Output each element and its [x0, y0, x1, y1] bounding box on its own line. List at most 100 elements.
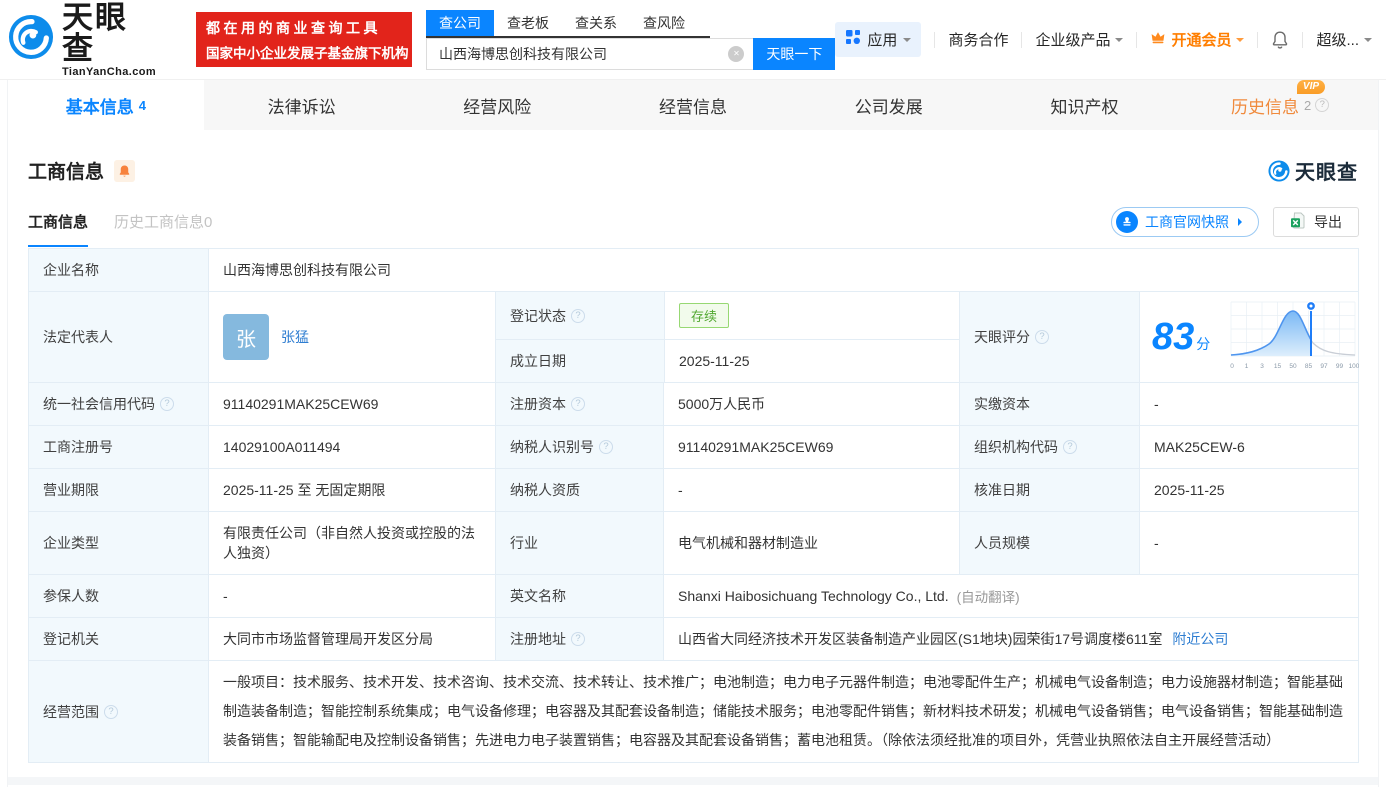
table-row: 参保人数 - 英文名称 Shanxi Haibosichuang Technol…: [29, 574, 1358, 617]
field-label: 组织机构代码: [959, 426, 1139, 468]
official-snapshot-button[interactable]: 工商官网快照: [1111, 207, 1259, 237]
tab-label: 经营风险: [463, 93, 531, 118]
nearby-companies-link[interactable]: 附近公司: [1172, 629, 1228, 649]
nav-enterprise-products[interactable]: 企业级产品: [1035, 29, 1123, 50]
field-label: 统一社会信用代码: [29, 383, 208, 425]
tab-label: 公司发展: [855, 93, 923, 118]
tab-basic-info[interactable]: 基本信息 4: [8, 80, 204, 130]
search-input[interactable]: [426, 38, 753, 70]
search-block: 查公司 查老板 查关系 查风险 天眼一下: [426, 10, 835, 70]
field-label: 营业期限: [29, 469, 208, 511]
search-tab-risk[interactable]: 查风险: [630, 10, 698, 36]
tab-company-development[interactable]: 公司发展: [791, 80, 987, 130]
credit-code-value: 91140291MAK25CEW69: [208, 383, 495, 425]
tab-label: 基本信息: [66, 93, 134, 118]
notification-bell[interactable]: [1271, 30, 1289, 50]
vip-badge: VIP: [1297, 80, 1325, 94]
auto-translate-note: (自动翻译): [957, 586, 1020, 606]
help-icon[interactable]: [599, 440, 613, 454]
section-title: 工商信息: [28, 157, 104, 184]
section-divider: [8, 777, 1378, 785]
help-icon[interactable]: [1063, 440, 1077, 454]
search-tab-company[interactable]: 查公司: [426, 10, 494, 36]
svg-text:100: 100: [1349, 363, 1359, 370]
staff-size-value: -: [1139, 512, 1363, 574]
bell-icon: [1271, 30, 1289, 50]
field-label: 纳税人识别号: [495, 426, 663, 468]
page-container: 基本信息 4 法律诉讼 经营风险 经营信息 公司发展 知识产权 历史信息 VIP…: [7, 80, 1379, 787]
company-type-value: 有限责任公司（非自然人投资或控股的法人独资）: [208, 512, 495, 574]
avatar[interactable]: 张: [223, 314, 269, 360]
field-label: 成立日期: [496, 340, 664, 382]
help-icon[interactable]: [160, 397, 174, 411]
reg-status-cell: 存续: [664, 292, 960, 339]
nav-business-cooperation[interactable]: 商务合作: [948, 29, 1008, 50]
reg-number-value: 14029100A011494: [208, 426, 495, 468]
tab-operation-info[interactable]: 经营信息: [595, 80, 791, 130]
svg-text:99: 99: [1336, 363, 1344, 370]
arrow-right-icon: [1238, 218, 1246, 226]
field-label: 注册资本: [495, 383, 663, 425]
tab-operation-risk[interactable]: 经营风险: [399, 80, 595, 130]
search-tab-boss[interactable]: 查老板: [494, 10, 562, 36]
subtab-history-business-info[interactable]: 历史工商信息0: [114, 211, 212, 245]
nav-super-account[interactable]: 超级...: [1316, 29, 1372, 50]
field-label: 注册地址: [495, 618, 663, 660]
export-label: 导出: [1314, 212, 1342, 232]
org-code-value: MAK25CEW-6: [1139, 426, 1363, 468]
help-icon[interactable]: [104, 705, 118, 719]
monitor-bell-icon[interactable]: [114, 160, 135, 182]
legal-rep-link[interactable]: 张猛: [281, 327, 309, 347]
chevron-down-icon: [1364, 38, 1372, 46]
field-label: 天眼评分: [959, 292, 1139, 382]
tab-intellectual-property[interactable]: 知识产权: [987, 80, 1183, 130]
english-name-cell: Shanxi Haibosichuang Technology Co., Ltd…: [663, 575, 1358, 617]
establish-date-value: 2025-11-25: [664, 340, 960, 382]
search-button[interactable]: 天眼一下: [753, 38, 835, 70]
subtab-business-info[interactable]: 工商信息: [28, 211, 88, 247]
divider: [1021, 32, 1022, 48]
industry-value: 电气机械和器材制造业: [663, 512, 959, 574]
table-row: 企业类型 有限责任公司（非自然人投资或控股的法人独资） 行业 电气机械和器材制造…: [29, 511, 1358, 574]
snapshot-label: 工商官网快照: [1145, 212, 1229, 232]
help-icon[interactable]: [1315, 98, 1329, 112]
divider: [1136, 32, 1137, 48]
address-value: 山西省大同经济技术开发区装备制造产业园区(S1地块)园荣街17号调度楼611室: [678, 629, 1162, 649]
apps-menu[interactable]: 应用: [835, 22, 921, 57]
business-term-value: 2025-11-25 至 无固定期限: [208, 469, 495, 511]
field-label: 纳税人资质: [495, 469, 663, 511]
help-icon[interactable]: [1035, 330, 1049, 344]
help-icon[interactable]: [571, 397, 585, 411]
banner-line1: 都在用的商业查询工具: [206, 18, 402, 38]
tianyancha-logo[interactable]: 天眼查 TianYanCha.com: [8, 2, 156, 78]
vip-label: 开通会员: [1171, 29, 1231, 50]
tab-history-info[interactable]: 历史信息 VIP 2: [1182, 80, 1378, 130]
stamp-icon: [1116, 211, 1138, 233]
field-label: 企业名称: [29, 249, 208, 291]
tianyancha-logo-icon: [8, 14, 54, 65]
nav-open-vip[interactable]: 开通会员: [1150, 29, 1244, 50]
field-label: 工商注册号: [29, 426, 208, 468]
help-icon[interactable]: [571, 309, 585, 323]
field-label: 参保人数: [29, 575, 208, 617]
approval-date-value: 2025-11-25: [1139, 469, 1363, 511]
top-nav: 应用 商务合作 企业级产品 开通会员: [835, 22, 1372, 57]
registry-value: 大同市市场监督管理局开发区分局: [208, 618, 495, 660]
detail-tabs: 基本信息 4 法律诉讼 经营风险 经营信息 公司发展 知识产权 历史信息 VIP…: [8, 80, 1378, 130]
table-row: 工商注册号 14029100A011494 纳税人识别号 91140291MAK…: [29, 425, 1358, 468]
insured-count-value: -: [208, 575, 495, 617]
export-button[interactable]: 导出: [1273, 207, 1359, 237]
svg-text:0: 0: [1230, 363, 1234, 370]
table-row: 营业期限 2025-11-25 至 无固定期限 纳税人资质 - 核准日期 202…: [29, 468, 1358, 511]
taxpayer-quality-value: -: [663, 469, 959, 511]
table-row: 经营范围 一般项目：技术服务、技术开发、技术咨询、技术交流、技术转让、技术推广；…: [29, 660, 1358, 762]
score-value: 83 分: [1152, 318, 1210, 356]
help-icon[interactable]: [571, 632, 585, 646]
tab-label: 知识产权: [1050, 93, 1118, 118]
address-cell: 山西省大同经济技术开发区装备制造产业园区(S1地块)园荣街17号调度楼611室 …: [663, 618, 1358, 660]
apps-label: 应用: [867, 29, 897, 50]
clear-search-icon[interactable]: [728, 46, 744, 62]
search-tab-relation[interactable]: 查关系: [562, 10, 630, 36]
tab-legal-proceedings[interactable]: 法律诉讼: [204, 80, 400, 130]
paid-capital-value: -: [1139, 383, 1363, 425]
